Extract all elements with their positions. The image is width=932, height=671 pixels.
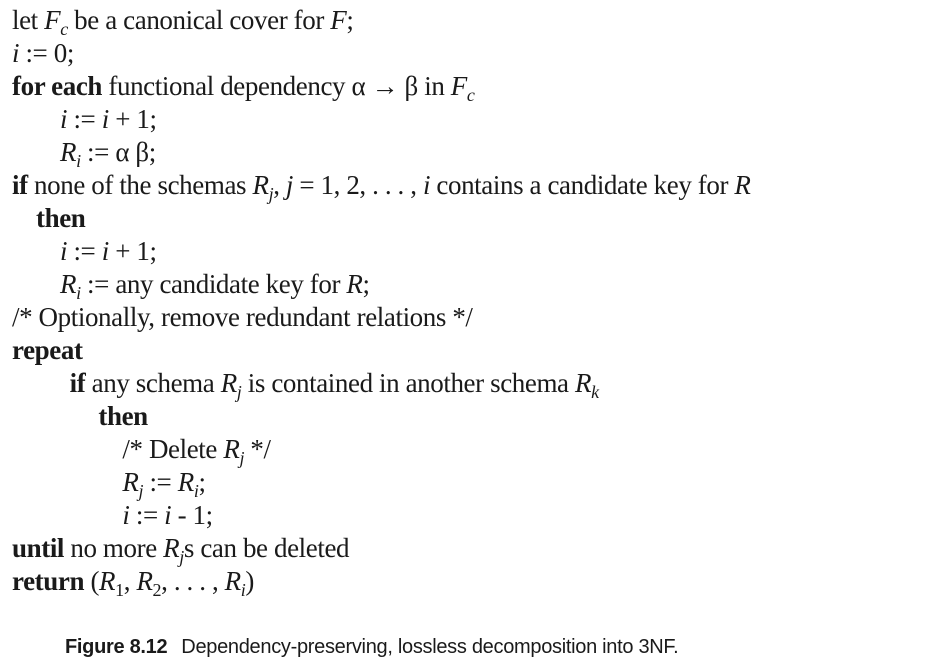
caption-text: Dependency-preserving, lossless decompos… <box>181 636 679 658</box>
text-run: none of the schemas <box>27 170 253 200</box>
keyword: until <box>12 533 65 563</box>
text-run: ; <box>346 5 354 35</box>
math-variable: R <box>177 467 194 497</box>
math-variable: R <box>575 368 592 398</box>
subscript: c <box>466 85 475 105</box>
text-run: = 1, 2, . . . , <box>293 170 423 200</box>
text-run: := <box>143 467 178 497</box>
algorithm-line: then <box>36 202 86 235</box>
math-variable: R <box>136 566 153 596</box>
text-run: , <box>273 170 286 200</box>
keyword: if <box>12 170 28 200</box>
algorithm-line: if any schema Rj is contained in another… <box>70 367 599 409</box>
math-variable: i <box>101 104 110 134</box>
math-variable: R <box>122 467 139 497</box>
keyword: for each <box>12 71 103 101</box>
math-variable: F <box>330 5 347 35</box>
math-variable: R <box>220 368 237 398</box>
math-variable: F <box>450 71 467 101</box>
text-run: := α β; <box>80 137 156 167</box>
keyword: repeat <box>12 335 83 365</box>
math-variable: F <box>44 5 61 35</box>
figure-label: Figure 8.12 <box>65 636 168 658</box>
algorithm-line: /* Optionally, remove redundant relation… <box>12 301 473 334</box>
keyword: then <box>36 203 86 233</box>
text-run: := <box>129 500 165 530</box>
text-run: := any candidate key for <box>80 269 347 299</box>
text-run: let <box>12 5 45 35</box>
text-run: + 1; <box>108 236 157 266</box>
math-variable: R <box>252 170 269 200</box>
math-variable: i <box>101 236 110 266</box>
math-variable: i <box>122 500 130 530</box>
algorithm-line: i := i + 1; <box>60 235 157 268</box>
math-variable: R <box>734 170 751 200</box>
math-variable: R <box>99 566 116 596</box>
text-run: /* Optionally, remove redundant relation… <box>12 302 473 332</box>
math-variable: j <box>285 170 294 200</box>
math-variable: R <box>60 269 77 299</box>
subscript: 2 <box>152 580 162 600</box>
text-run: - 1; <box>171 500 214 530</box>
math-variable: R <box>223 434 240 464</box>
text-run: ; <box>198 467 206 497</box>
text-run: /* Delete <box>122 434 224 464</box>
algorithm-line: i := i + 1; <box>60 103 157 136</box>
math-variable: i <box>422 170 431 200</box>
text-run: is contained in another schema <box>241 368 575 398</box>
text-run: ( <box>84 566 100 596</box>
text-run: := 0; <box>19 38 74 68</box>
math-variable: R <box>163 533 180 563</box>
text-run: := <box>67 236 102 266</box>
text-run: , . . . , <box>161 566 225 596</box>
algorithm-line: if none of the schemas Rj, j = 1, 2, . .… <box>12 169 751 211</box>
text-run: */ <box>244 434 271 464</box>
algorithm-line: then <box>98 400 148 433</box>
text-run: s can be deleted <box>183 533 350 563</box>
figure-caption: Figure 8.12 Dependency-preserving, lossle… <box>65 636 679 659</box>
text-run: ; <box>362 269 371 299</box>
text-run: contains a candidate key for <box>430 170 735 200</box>
math-variable: R <box>224 566 241 596</box>
algorithm-line: i := 0; <box>12 37 74 70</box>
subscript: c <box>60 19 68 39</box>
math-variable: R <box>346 269 363 299</box>
text-run: functional dependency α → β in <box>102 71 451 101</box>
text-run: := <box>67 104 102 134</box>
keyword: return <box>12 566 85 596</box>
keyword: then <box>98 401 148 431</box>
algorithm-line: i := i - 1; <box>122 499 214 532</box>
keyword: if <box>69 368 86 398</box>
text-run: , <box>123 566 137 596</box>
text-run: no more <box>64 533 164 563</box>
subscript: 1 <box>115 580 124 600</box>
text-run: be a canonical cover for <box>67 5 331 35</box>
math-variable: R <box>60 137 77 167</box>
text-run: ) <box>245 566 254 596</box>
text-run: any schema <box>85 368 221 398</box>
algorithm-line: repeat <box>12 334 83 367</box>
text-run: + 1; <box>108 104 157 134</box>
algorithm-line: return (R1, R2, . . . , Ri) <box>12 565 254 607</box>
subscript: k <box>591 382 599 402</box>
